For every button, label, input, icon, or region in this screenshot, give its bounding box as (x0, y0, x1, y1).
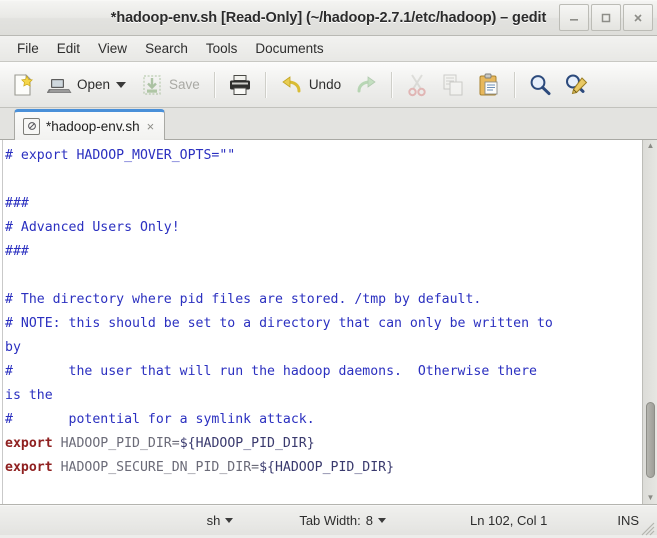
toolbar-separator-4 (514, 71, 516, 98)
code-line: export HADOOP_SECURE_DN_PID_DIR=${HADOOP… (5, 460, 395, 475)
toolbar-separator-3 (391, 71, 393, 98)
save-button-label: Save (169, 77, 200, 92)
code-line: # Advanced Users Only! (5, 220, 180, 235)
minimize-icon (570, 18, 578, 21)
menu-search[interactable]: Search (136, 39, 197, 58)
copy-button (436, 66, 470, 104)
tab-close-icon[interactable]: × (146, 120, 156, 133)
undo-button[interactable]: Undo (274, 66, 347, 104)
scroll-down-arrow-icon[interactable]: ▼ (646, 494, 655, 502)
open-button-label: Open (77, 77, 111, 92)
cursor-position: Ln 102, Col 1 (469, 513, 548, 528)
search-icon (530, 74, 551, 95)
scroll-up-arrow-icon[interactable]: ▲ (646, 142, 655, 150)
replace-button[interactable] (559, 66, 593, 104)
toolbar-separator-2 (264, 71, 266, 98)
copy-icon (443, 74, 463, 95)
code-line: export HADOOP_PID_DIR=${HADOOP_PID_DIR} (5, 436, 315, 451)
close-icon (634, 13, 642, 22)
script-glyph-icon (27, 122, 36, 130)
close-button[interactable] (623, 4, 653, 31)
save-icon (143, 74, 161, 95)
minimize-button[interactable] (559, 4, 589, 31)
scissors-icon (408, 73, 426, 96)
new-document-button[interactable] (6, 66, 40, 104)
clipboard-icon (479, 73, 498, 95)
redo-arrow-icon (357, 75, 376, 92)
editor-vertical-scrollbar[interactable]: ▲ ▼ (642, 140, 657, 504)
menu-tools[interactable]: Tools (197, 39, 247, 58)
window-controls (559, 4, 653, 31)
code-line: # export HADOOP_MOVER_OPTS="" (5, 148, 236, 163)
insert-mode-indicator: INS (617, 513, 639, 528)
find-replace-icon (566, 74, 588, 94)
tab-width-selector[interactable]: Tab Width: 8 (299, 513, 386, 528)
resize-grip-icon[interactable] (641, 522, 655, 536)
print-button[interactable] (223, 66, 257, 104)
toolbar-separator-1 (213, 71, 215, 98)
code-line: by (5, 340, 21, 355)
tab-width-label: Tab Width: (299, 513, 361, 528)
tab-title: *hadoop-env.sh (46, 118, 140, 134)
printer-icon (229, 74, 250, 95)
tab-hadoop-env-sh[interactable]: *hadoop-env.sh × (14, 109, 166, 140)
code-line: # NOTE: this should be set to a director… (5, 316, 553, 331)
redo-button (349, 66, 383, 104)
tab-width-value: 8 (365, 513, 373, 528)
editor-left-margin (2, 140, 3, 504)
open-folder-icon (47, 78, 72, 93)
menu-view[interactable]: View (89, 39, 136, 58)
paste-button[interactable] (472, 66, 506, 104)
maximize-button[interactable] (591, 4, 621, 31)
gedit-window: *hadoop-env.sh [Read-Only] (~/hadoop-2.7… (0, 0, 657, 538)
save-button: Save (134, 66, 206, 104)
title-bar[interactable]: *hadoop-env.sh [Read-Only] (~/hadoop-2.7… (0, 0, 657, 36)
editor-area: # export HADOOP_MOVER_OPTS="" ### # Advan… (0, 140, 657, 505)
window-title: *hadoop-env.sh [Read-Only] (~/hadoop-2.7… (110, 10, 547, 26)
maximize-icon (601, 13, 611, 22)
toolbar: Open Save Undo (0, 62, 657, 108)
cut-button (400, 66, 434, 104)
code-line: # potential for a symlink attack. (5, 412, 315, 427)
file-type-icon (23, 117, 40, 135)
code-line: ### (5, 196, 29, 211)
open-button[interactable]: Open (42, 66, 132, 104)
undo-arrow-icon (282, 75, 301, 92)
code-line: # the user that will run the hadoop daem… (5, 364, 537, 379)
source-code-view[interactable]: # export HADOOP_MOVER_OPTS="" ### # Advan… (0, 140, 642, 504)
code-line: is the (5, 388, 53, 403)
chevron-down-icon[interactable] (116, 81, 127, 88)
status-bar: sh Tab Width: 8 Ln 102, Col 1 INS (0, 505, 657, 536)
language-selector[interactable]: sh (207, 513, 234, 528)
menu-bar: File Edit View Search Tools Documents (0, 36, 657, 62)
language-label: sh (206, 513, 221, 528)
chevron-down-icon (377, 518, 386, 523)
find-button[interactable] (523, 66, 557, 104)
undo-button-label: Undo (308, 77, 342, 92)
new-document-icon (14, 73, 33, 96)
menu-documents[interactable]: Documents (246, 39, 332, 58)
menu-edit[interactable]: Edit (48, 39, 89, 58)
chevron-down-icon (225, 518, 234, 523)
code-line: ### (5, 244, 29, 259)
scrollbar-thumb[interactable] (646, 402, 655, 478)
code-line: # The directory where pid files are stor… (5, 292, 482, 307)
tab-bar: *hadoop-env.sh × (0, 108, 657, 140)
menu-file[interactable]: File (8, 39, 48, 58)
